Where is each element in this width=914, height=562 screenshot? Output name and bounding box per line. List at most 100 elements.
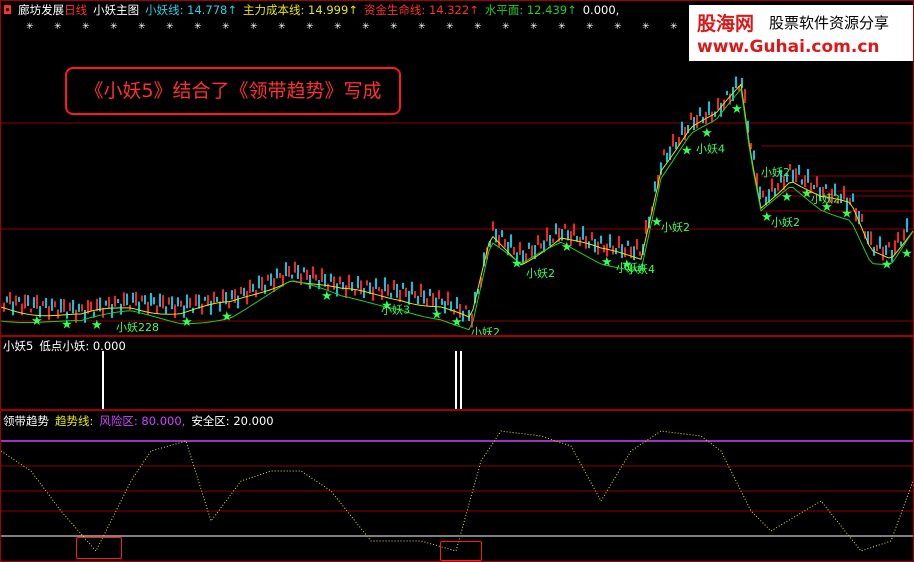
app-icon: ◘ [3, 3, 13, 17]
candle [354, 289, 356, 296]
candle [795, 168, 797, 183]
candle [444, 301, 446, 314]
marker-star: ★ [881, 258, 893, 273]
marker-star: ★ [511, 257, 523, 272]
candle [273, 278, 275, 292]
candle [618, 235, 620, 249]
candle [228, 302, 230, 309]
candle [699, 107, 701, 117]
candle [114, 295, 116, 307]
candle [414, 291, 416, 299]
candle [261, 276, 263, 291]
candle [888, 242, 890, 248]
candle [36, 294, 38, 309]
guhai-logo: 股海网 股票软件资源分享 www.Guhai.com.cn [689, 5, 913, 61]
top-marker: ✳ [250, 22, 258, 32]
candle [306, 269, 308, 280]
marker-label: 小妖3 [381, 303, 410, 317]
candle [600, 235, 602, 244]
marker-label: 小妖2 [526, 266, 555, 280]
candle [30, 308, 32, 313]
level-value: 水平面: 12.439↑ [484, 3, 577, 17]
candle [159, 293, 161, 307]
candle [300, 273, 302, 286]
candle [417, 295, 419, 305]
candle [555, 223, 557, 235]
candle [540, 243, 542, 249]
candle [465, 305, 467, 310]
candle [627, 240, 629, 246]
marker-star: ★ [321, 289, 333, 304]
top-marker: ✳ [446, 22, 454, 32]
period-label[interactable]: 日线 [64, 3, 87, 17]
candle [744, 89, 746, 104]
candle [132, 292, 134, 303]
candle [771, 178, 773, 192]
tie-trend-panel[interactable]: 领带趋势 趋势线: 风险区: 80.000, 安全区: 20.000 [0, 410, 914, 562]
logo-slogan: 股票软件资源分享 [769, 14, 890, 32]
candle [852, 193, 854, 202]
marker-star: ★ [781, 190, 793, 205]
candle [510, 234, 512, 248]
main-header: ◘ 廊坊发展日线 小妖主图 小妖线: 14.778↑ 主力成本线: 14.999↑ 资金生… [3, 3, 625, 17]
candle [180, 300, 182, 307]
xiaoyao-header: 小妖5 低点小妖: 0.000 [3, 339, 132, 353]
candle [825, 184, 827, 190]
candle [423, 290, 425, 304]
candle [636, 239, 638, 250]
candle [363, 288, 365, 299]
candle [498, 234, 500, 248]
candle [309, 274, 311, 289]
marker-star: ★ [31, 314, 43, 329]
candle [816, 176, 818, 188]
candle [333, 276, 335, 290]
candle [123, 292, 125, 307]
candle [366, 280, 368, 286]
candle [33, 297, 35, 309]
candle [150, 292, 152, 306]
candle [573, 223, 575, 236]
marker-label: 小妖2 [771, 215, 800, 229]
top-marker: ✳ [82, 22, 90, 32]
candle [432, 292, 434, 306]
candle [54, 301, 56, 308]
candle [654, 181, 656, 192]
candle [90, 301, 92, 311]
marker-star: ★ [431, 308, 443, 323]
candle [696, 114, 698, 129]
candle [666, 152, 668, 163]
indicator-name[interactable]: 小妖主图 [93, 3, 139, 17]
candle [537, 235, 539, 246]
candle [792, 169, 794, 183]
main-chart-panel[interactable]: ★ ★ ★ ★ ★ ★ ★ ★ ★ ★ ★ ★ ★ ★ ★ ★ ★ ★ ★ ★ ★ ★ ★ ★ 小妖2 小妖2 小妖2 小妖4 小妖4 小… [0, 0, 914, 336]
candle [243, 287, 245, 297]
marker-label: 小妖2 [811, 192, 840, 206]
candle [504, 239, 506, 248]
candle [906, 218, 908, 233]
candle [798, 164, 800, 175]
top-marker: ✳ [670, 22, 678, 32]
candle [885, 245, 887, 255]
ma-line-yellow [1, 83, 913, 318]
trend-line-label: 趋势线: [55, 414, 94, 428]
candle [564, 223, 566, 229]
marker-label: 小妖2 [661, 220, 690, 234]
candle [387, 284, 389, 296]
candle [108, 296, 110, 309]
top-marker: ✳ [138, 22, 146, 32]
candle [63, 299, 65, 312]
candle [72, 300, 74, 314]
candle [249, 279, 251, 293]
candle [711, 111, 713, 122]
candle [639, 251, 641, 256]
candle [528, 242, 530, 249]
marker-label: 小妖2 [761, 165, 790, 179]
candle [645, 220, 647, 234]
capital-life-value: 资金生命线: 14.322↑ [363, 3, 479, 17]
candle [303, 267, 305, 273]
candle [120, 303, 122, 315]
candle [147, 301, 149, 316]
marker-star: ★ [841, 207, 853, 222]
xiaoyao-panel[interactable]: 小妖5 低点小妖: 0.000 [0, 336, 914, 410]
top-marker: ✳ [26, 22, 34, 32]
